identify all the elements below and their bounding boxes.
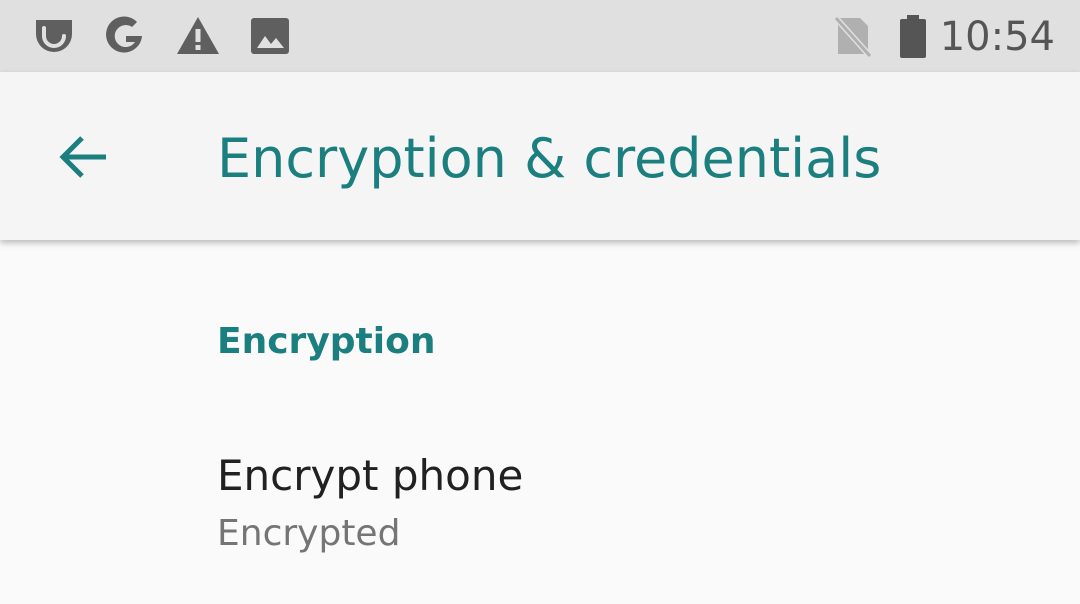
section-header-encryption: Encryption [217,321,436,362]
back-button[interactable] [36,112,132,202]
no-sim-icon [832,14,876,59]
pocket-icon [32,14,76,58]
warning-icon [175,14,219,58]
battery-icon [898,14,942,58]
pref-summary: Encrypted [217,513,401,554]
app-bar: Encryption & credentials [0,72,1080,240]
page-title: Encryption & credentials [217,127,882,190]
image-icon [249,14,293,58]
status-bar: 10:54 [0,0,1080,72]
encrypt-phone-item[interactable]: Encrypt phone Encrypted [0,430,1080,604]
arrow-back-icon [59,136,106,178]
google-icon [102,14,146,58]
pref-title: Encrypt phone [217,451,524,500]
clock: 10:54 [939,14,1055,60]
settings-list: Encryption Encrypt phone Encrypted [0,240,1080,604]
